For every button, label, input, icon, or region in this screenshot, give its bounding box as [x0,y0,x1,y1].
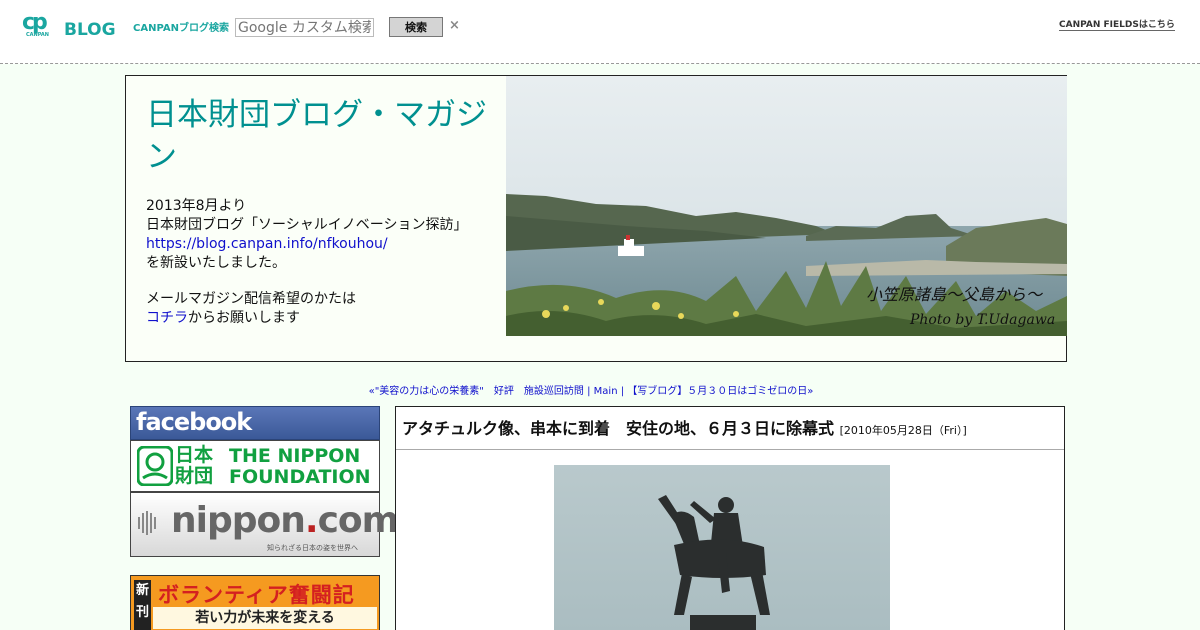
next-post-link[interactable]: 【写ブログ】５月３０日はゴミゼロの日» [627,386,813,397]
post-navigation: «"美容の力は心の栄養素" 好評 施設巡回訪問 | Main | 【写ブログ】５… [0,382,1182,397]
volunteer-book-title: ボランティア奮闘記 [158,583,355,607]
article-photo [554,465,890,630]
nav-separator: | [587,386,591,397]
nf-kanji: 日本財団 [175,444,214,487]
desc-line: を新設いたしました。 [146,255,286,271]
article-header: アタチュルク像、串本に到着 安住の地、６月３日に除幕式 [2010年05月28日… [396,407,1064,450]
nippon-com-tagline: 知られざる日本の姿を世界へ [267,544,358,552]
canpan-blog-logo[interactable]: cp CANPAN BLOG [22,10,122,41]
close-icon[interactable]: × [449,18,460,33]
canpan-fields-link[interactable]: CANPAN FIELDSはこちら [1059,17,1175,31]
blog-header: 日本財団ブログ・マガジン 2013年8月より 日本財団ブログ「ソーシャルイノベー… [125,75,1067,362]
photo-caption: 小笠原諸島～父島から～ [866,285,1043,304]
search-label: CANPANブログ検索 [133,23,229,34]
search-input[interactable] [235,18,374,37]
article-date: [2010年05月28日（Fri）] [839,424,967,437]
facebook-wordmark: facebook [136,408,252,436]
nippon-com-wordmark: nippon.com [171,500,399,541]
photo-overlay: 小笠原諸島～父島から～ Photo by T.Udagawa [506,76,1067,336]
blog-description: 2013年8月より 日本財団ブログ「ソーシャルイノベーション探訪」 https:… [146,197,476,328]
main-link[interactable]: Main [594,386,618,397]
volunteer-book-subtitle: 若い力が未来を変える [153,607,377,629]
desc-line: メールマガジン配信希望のかたは [146,291,356,307]
facebook-banner[interactable]: facebook [130,406,380,440]
logo-cp-text: cp [22,10,48,35]
nf-english-name: THE NIPPON FOUNDATION [229,445,371,488]
nippon-foundation-banner[interactable]: 日本財団 THE NIPPON FOUNDATION [130,440,380,492]
volunteer-book-banner[interactable]: 新刊 ボランティア奮闘記 若い力が未来を変える [130,575,380,630]
nippon-foundation-logo-icon [137,446,173,486]
desc-line: 2013年8月より [146,198,247,214]
search-button[interactable]: 検索 [389,17,443,37]
logo-blog-text: BLOG [64,20,116,40]
mail-magazine-link[interactable]: コチラ [146,310,188,326]
prev-post-link[interactable]: «"美容の力は心の栄養素" 好評 施設巡回訪問 [369,386,584,397]
top-bar: cp CANPAN BLOG CANPANブログ検索 検索 × CANPAN F… [0,0,1200,64]
nav-separator: | [620,386,625,397]
photo-credit: Photo by T.Udagawa [910,312,1056,328]
article: アタチュルク像、串本に到着 安住の地、６月３日に除幕式 [2010年05月28日… [395,406,1065,630]
desc-line: からお願いします [188,310,300,326]
nippon-com-bars-icon [138,511,156,535]
article-title[interactable]: アタチュルク像、串本に到着 安住の地、６月３日に除幕式 [2010年05月28日… [402,415,967,439]
blog-title[interactable]: 日本財団ブログ・マガジン [146,94,491,178]
logo-cp-sub: CANPAN [26,32,49,38]
new-release-badge: 新刊 [134,580,151,630]
desc-line: 日本財団ブログ「ソーシャルイノベーション探訪」 [146,217,468,233]
nippon-com-banner[interactable]: nippon.com 知られざる日本の姿を世界へ [130,492,399,557]
social-innovation-blog-link[interactable]: https://blog.canpan.info/nfkouhou/ [146,236,388,252]
